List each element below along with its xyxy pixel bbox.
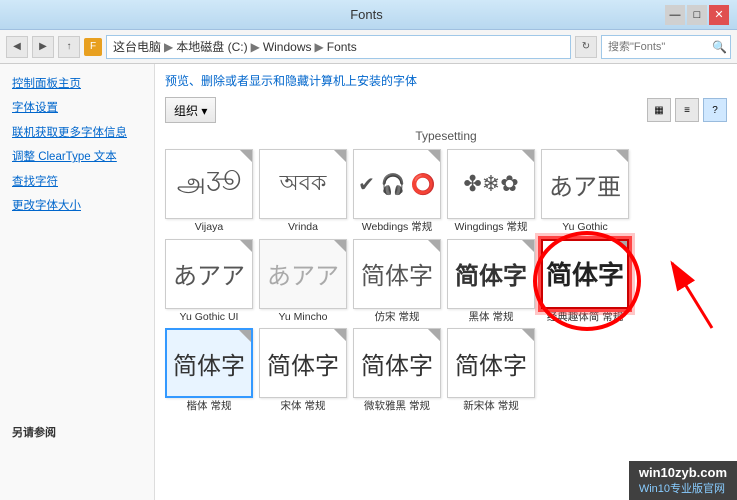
refresh-button[interactable]: ↻	[575, 36, 597, 58]
path-separator: ▶	[164, 40, 173, 54]
sidebar-link-find-char[interactable]: 查找字符	[0, 170, 154, 194]
also-see-section: 另请参阅	[12, 424, 56, 440]
minimize-button[interactable]: —	[665, 5, 685, 25]
watermark: win10zyb.com Win10专业版官网	[629, 461, 737, 500]
font-item-heiti[interactable]: 简体字 黑体 常规	[447, 239, 535, 325]
description-text: 预览、删除或者显示和隐藏计算机上安装的字体	[165, 74, 417, 88]
folder-icon: F	[84, 38, 102, 56]
maximize-button[interactable]: □	[687, 5, 707, 25]
font-grid-row3: 简体字 楷体 常规 简体字 宋体 常规 简体字 微软雅黑 常规	[165, 328, 727, 414]
sidebar-link-get-fonts[interactable]: 联机获取更多字体信息	[0, 121, 154, 145]
path-part-4: Fonts	[327, 40, 357, 54]
font-item-yugothic[interactable]: あア亜 Yu Gothic	[541, 149, 629, 235]
font-label-wingdings: Wingdings 常规	[455, 221, 528, 235]
path-part-3: Windows	[263, 40, 312, 54]
up-button[interactable]: ↑	[58, 36, 80, 58]
section-label: Typesetting	[165, 129, 727, 143]
path-part-2: 本地磁盘 (C:)	[176, 38, 247, 55]
address-bar: ◀ ▶ ↑ F 这台电脑 ▶ 本地磁盘 (C:) ▶ Windows ▶ Fon…	[0, 30, 737, 64]
font-label-heiti: 黑体 常规	[469, 311, 514, 325]
address-path[interactable]: 这台电脑 ▶ 本地磁盘 (C:) ▶ Windows ▶ Fonts	[106, 35, 571, 59]
font-label-yumincho: Yu Mincho	[278, 311, 327, 325]
font-item-webdings[interactable]: ✔ 🎧 ⭕ Webdings 常规	[353, 149, 441, 235]
search-icon: 🔍	[712, 40, 727, 54]
font-item-yugothicui[interactable]: あアア Yu Gothic UI	[165, 239, 253, 325]
watermark-url: win10zyb.com	[639, 465, 727, 480]
font-grid-row2: あアア Yu Gothic UI あアア Yu Mincho 简体字 仿宋 常规	[165, 239, 727, 325]
font-label-songti: 宋体 常规	[281, 400, 326, 414]
font-item-xinsong[interactable]: 简体字 新宋体 常规	[447, 328, 535, 414]
font-label-xinsong: 新宋体 常规	[463, 400, 518, 414]
font-label-vijaya: Vijaya	[195, 221, 223, 235]
description-row: 预览、删除或者显示和隐藏计算机上安装的字体	[165, 72, 727, 89]
toolbar-row: 组织 ▾ ▦ ≡ ?	[165, 97, 727, 123]
title-bar: Fonts — □ ✕	[0, 0, 737, 30]
font-label-jingdian: 经典趣体简 常规	[547, 311, 623, 325]
help-button[interactable]: ?	[703, 98, 727, 122]
organize-button[interactable]: 组织 ▾	[165, 97, 216, 123]
sidebar: 控制面板主页 字体设置 联机获取更多字体信息 调整 ClearType 文本 查…	[0, 64, 155, 500]
font-item-yumincho[interactable]: あアア Yu Mincho	[259, 239, 347, 325]
font-item-fangsong[interactable]: 简体字 仿宋 常规	[353, 239, 441, 325]
font-label-kaiti: 楷体 常规	[187, 400, 232, 414]
back-button[interactable]: ◀	[6, 36, 28, 58]
font-label-yugothic: Yu Gothic	[562, 221, 608, 235]
watermark-brand: Win10专业版官网	[639, 480, 727, 496]
sidebar-link-cleartype[interactable]: 调整 ClearType 文本	[0, 145, 154, 169]
forward-button[interactable]: ▶	[32, 36, 54, 58]
font-item-vijaya[interactable]: அ3ூ Vijaya	[165, 149, 253, 235]
view-controls: ▦ ≡ ?	[647, 98, 727, 122]
font-label-yahei: 微软雅黑 常规	[364, 400, 430, 414]
font-item-songti[interactable]: 简体字 宋体 常规	[259, 328, 347, 414]
font-item-vrinda[interactable]: অবক Vrinda	[259, 149, 347, 235]
also-see-label: 另请参阅	[12, 427, 56, 439]
close-button[interactable]: ✕	[709, 5, 729, 25]
sidebar-link-font-size[interactable]: 更改字体大小	[0, 194, 154, 218]
view-large-button[interactable]: ▦	[647, 98, 671, 122]
sidebar-link-home[interactable]: 控制面板主页	[0, 72, 154, 96]
font-label-yugothicui: Yu Gothic UI	[180, 311, 239, 325]
path-part-1: 这台电脑	[113, 38, 161, 55]
font-label-vrinda: Vrinda	[288, 221, 318, 235]
font-item-jingdian[interactable]: 简体字 经典趣体简 常规	[541, 239, 629, 325]
view-small-button[interactable]: ≡	[675, 98, 699, 122]
search-box[interactable]: 🔍	[601, 35, 731, 59]
path-separator-2: ▶	[251, 40, 260, 54]
sidebar-link-font-settings[interactable]: 字体设置	[0, 96, 154, 120]
font-item-wingdings[interactable]: ✤❄✿ Wingdings 常规	[447, 149, 535, 235]
font-grid-row1: அ3ூ Vijaya অবক Vrinda ✔ 🎧 ⭕ Webdings 常规	[165, 149, 727, 235]
font-label-fangsong: 仿宋 常规	[375, 311, 420, 325]
content-area: 预览、删除或者显示和隐藏计算机上安装的字体 组织 ▾ ▦ ≡ ? Typeset…	[155, 64, 737, 500]
title-bar-text: Fonts	[68, 7, 665, 22]
font-item-yahei[interactable]: 简体字 微软雅黑 常规	[353, 328, 441, 414]
font-label-webdings: Webdings 常规	[362, 221, 432, 235]
path-separator-3: ▶	[315, 40, 324, 54]
search-input[interactable]	[608, 41, 708, 53]
font-item-kaiti[interactable]: 简体字 楷体 常规	[165, 328, 253, 414]
